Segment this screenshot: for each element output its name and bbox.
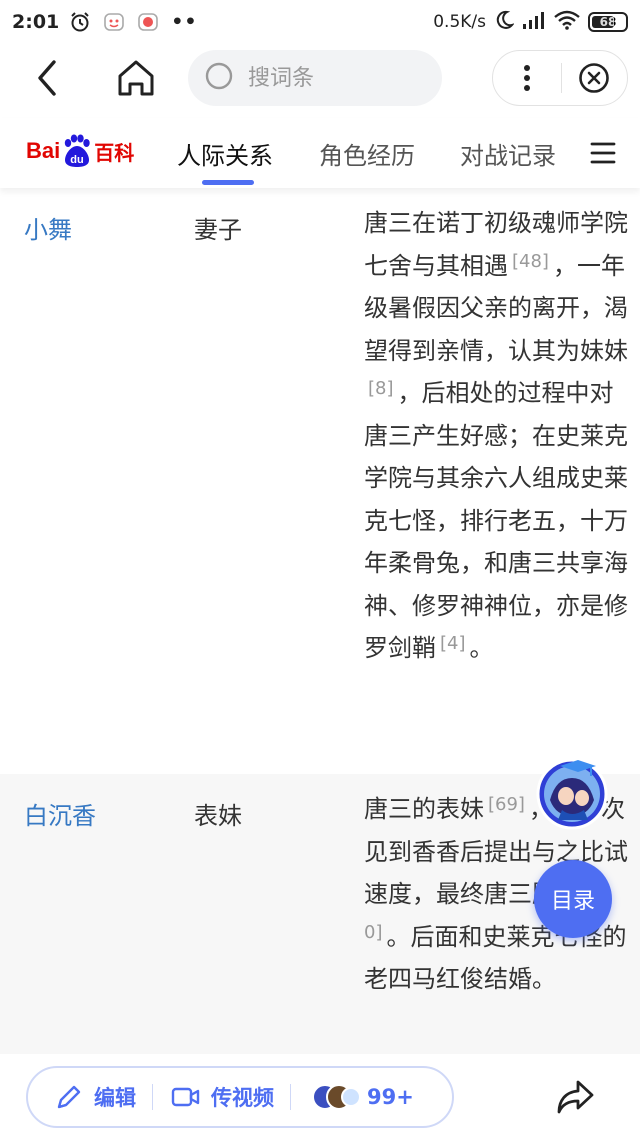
edit-label: 编辑 (94, 1086, 136, 1110)
close-icon (579, 63, 610, 93)
tab-battle-record[interactable]: 对战记录 (460, 136, 556, 171)
top-navigation (0, 44, 640, 114)
home-icon (118, 60, 154, 96)
search-bar[interactable] (188, 50, 442, 106)
search-input[interactable] (248, 65, 418, 91)
tab-relations[interactable]: 人际关系 (177, 136, 273, 171)
active-tab-indicator (202, 180, 254, 185)
action-pill: 编辑 传视频 99+ (26, 1066, 454, 1128)
relation-label: 表妹 (194, 802, 242, 830)
description-text: 。 (469, 634, 494, 662)
tab-menu-button[interactable] (590, 140, 616, 166)
bottom-action-bar: 编辑 传视频 99+ (0, 1054, 640, 1138)
battery-icon: 68 (588, 12, 628, 32)
tab-bar: Bai du 百科 人际关系 角色经历 对战记录 (0, 118, 640, 188)
search-icon (205, 62, 233, 90)
pill-divider (152, 1084, 153, 1110)
app-notification-icon-2 (137, 11, 159, 33)
table-row: 小舞 妻子 唐三在诺丁初级魂师学院七舍与其相遇 [48] ，一年级暑假因父亲的离开，… (0, 188, 640, 774)
character-name-link[interactable]: 白沉香 (24, 796, 96, 831)
status-time: 2:01 (12, 11, 60, 33)
reference-link[interactable]: [4] (440, 633, 466, 654)
relation-description: 唐三在诺丁初级魂师学院七舍与其相遇 [48] ，一年级暑假因父亲的离开，渴望得到亲情… (364, 202, 632, 670)
tab-experience[interactable]: 角色经历 (319, 136, 415, 171)
more-notifications: •• (171, 11, 198, 33)
reference-link[interactable]: [48] (512, 251, 549, 272)
table-of-contents-button[interactable]: 目录 (534, 860, 612, 938)
description-text: 唐三的表妹 (364, 795, 484, 823)
signal-icon (522, 10, 546, 35)
contributor-avatars-icon (312, 1084, 361, 1110)
reference-link[interactable]: [8] (368, 378, 394, 399)
capsule-menu (492, 50, 628, 106)
status-bar: 2:01 •• 0.5K/s 68 (0, 0, 640, 44)
baidu-baike-logo[interactable]: Bai du 百科 (26, 134, 134, 168)
edit-button[interactable]: 编辑 (54, 1082, 136, 1112)
share-icon (557, 1080, 594, 1114)
pill-divider (290, 1084, 291, 1110)
contributors-button[interactable]: 99+ (311, 1083, 414, 1111)
alarm-icon (69, 11, 91, 33)
contributors-count: 99+ (367, 1085, 414, 1109)
description-text: ，后相处的过程中对唐三产生好感；在史莱克学院与其余六人组成史莱克七怪，排行老五，… (364, 379, 628, 662)
more-button[interactable] (493, 50, 561, 106)
hamburger-menu-icon (590, 142, 616, 164)
reference-link[interactable]: [69] (488, 794, 525, 815)
logo-text-du: du (71, 154, 84, 166)
back-arrow-icon (38, 60, 56, 96)
upload-video-label: 传视频 (211, 1086, 274, 1110)
network-speed: 0.5K/s (433, 12, 486, 32)
share-button[interactable] (556, 1078, 596, 1116)
app-notification-icon (103, 11, 125, 33)
moon-icon (494, 10, 515, 35)
logo-text-baike: 百科 (94, 140, 135, 165)
wifi-icon (554, 10, 580, 35)
home-button[interactable] (114, 56, 158, 100)
back-button[interactable] (28, 58, 68, 98)
video-camera-icon (171, 1087, 200, 1107)
character-name-link[interactable]: 小舞 (24, 210, 72, 245)
baidu-paw-icon: du (65, 134, 90, 167)
upload-video-button[interactable]: 传视频 (171, 1082, 274, 1112)
pencil-icon (57, 1085, 81, 1109)
battery-level: 68 (599, 15, 617, 29)
logo-text-bai: Bai (26, 138, 61, 163)
more-vertical-icon (523, 65, 530, 91)
assistant-avatar[interactable] (534, 752, 610, 830)
relation-label: 妻子 (194, 216, 242, 244)
close-button[interactable] (562, 50, 628, 106)
